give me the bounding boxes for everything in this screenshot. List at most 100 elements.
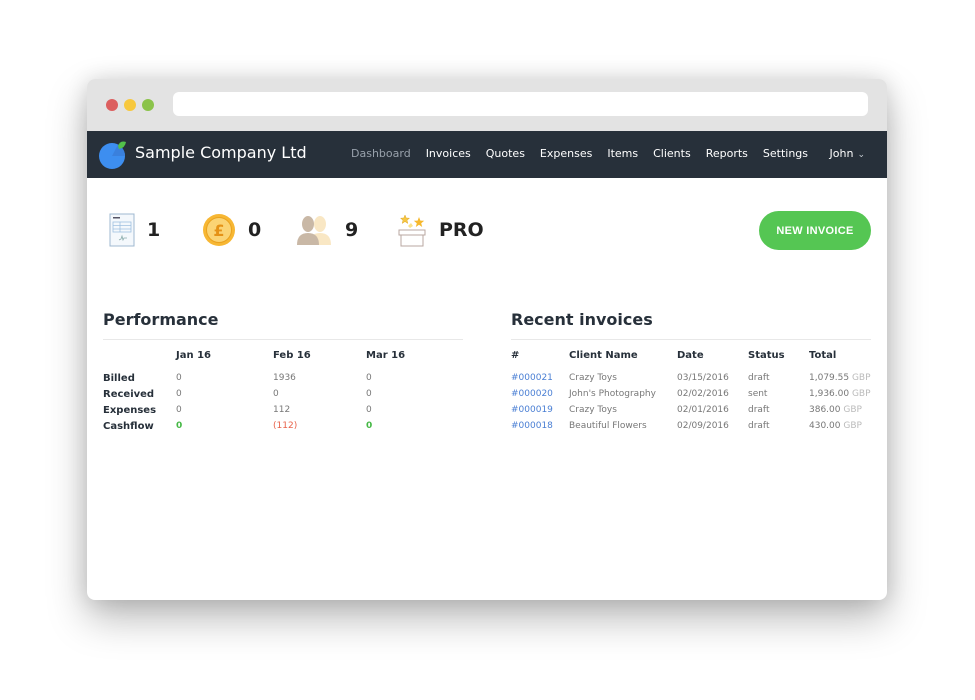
currency: GBP (843, 421, 862, 431)
browser-window: Sample Company Ltd Dashboard Invoices Qu… (87, 79, 887, 600)
nav-dashboard[interactable]: Dashboard (351, 147, 411, 160)
cell: 0 (366, 389, 372, 399)
client-name: Beautiful Flowers (569, 421, 647, 431)
svg-text:£: £ (213, 221, 224, 240)
cell: 0 (366, 405, 372, 415)
table-row: Cashflow 0 (112) 0 (103, 418, 463, 434)
cell-positive: 0 (176, 421, 183, 431)
nav-reports[interactable]: Reports (706, 147, 748, 160)
performance-title: Performance (103, 310, 219, 329)
performance-header-jan: Jan 16 (176, 350, 211, 361)
performance-divider (103, 339, 463, 340)
user-menu[interactable]: John ⌄ (830, 147, 865, 160)
invoice-date: 02/01/2016 (677, 405, 729, 415)
amount: 386.00 (809, 405, 841, 415)
address-bar[interactable] (173, 92, 868, 116)
client-name: Crazy Toys (569, 373, 617, 383)
invoice-link[interactable]: #000019 (511, 402, 569, 418)
invoice-link[interactable]: #000020 (511, 386, 569, 402)
table-row[interactable]: #000019 Crazy Toys 02/01/2016 draft 386.… (511, 402, 871, 418)
header-client: Client Name (569, 350, 638, 361)
cell: 0 (176, 389, 182, 399)
nav-items[interactable]: Items (607, 147, 638, 160)
recent-invoices-table: # Client Name Date Status Total #000021 … (511, 350, 871, 434)
invoice-total: 386.00 GBP (809, 402, 871, 418)
header-number: # (511, 350, 520, 361)
row-label-expenses: Expenses (103, 404, 157, 416)
stat-invoices-value: 1 (147, 219, 161, 241)
minimize-window-button[interactable] (124, 99, 136, 111)
table-row[interactable]: #000021 Crazy Toys 03/15/2016 draft 1,07… (511, 370, 871, 386)
table-row[interactable]: #000020 John's Photography 02/02/2016 se… (511, 386, 871, 402)
nav-clients[interactable]: Clients (653, 147, 691, 160)
client-name: John's Photography (569, 389, 656, 399)
user-name: John (829, 147, 854, 160)
recent-invoices-divider (511, 339, 871, 340)
invoice-total: 430.00 GBP (809, 418, 871, 434)
row-label-received: Received (103, 388, 155, 400)
table-row: Received 0 0 0 (103, 386, 463, 402)
cell: 1936 (273, 373, 296, 383)
row-label-cashflow: Cashflow (103, 420, 154, 432)
users-icon (297, 216, 331, 245)
cell: 0 (176, 405, 182, 415)
client-name: Crazy Toys (569, 405, 617, 415)
new-invoice-button[interactable]: NEW INVOICE (759, 211, 871, 250)
stat-revenue-value: 0 (248, 219, 262, 241)
nav-quotes[interactable]: Quotes (486, 147, 525, 160)
header-status: Status (748, 350, 785, 361)
performance-header-row: Jan 16 Feb 16 Mar 16 (103, 350, 463, 370)
invoices-header-row: # Client Name Date Status Total (511, 350, 871, 370)
currency: GBP (851, 389, 871, 399)
table-row: Expenses 0 112 0 (103, 402, 463, 418)
invoice-status: draft (748, 373, 770, 383)
stat-plan-value: PRO (439, 219, 484, 241)
invoice-link[interactable]: #000021 (511, 370, 569, 386)
company-name[interactable]: Sample Company Ltd (135, 143, 307, 162)
invoice-total: 1,079.55 GBP (809, 370, 871, 386)
company-logo-icon[interactable] (98, 140, 128, 170)
invoice-status: draft (748, 421, 770, 431)
cell: 0 (176, 373, 182, 383)
invoice-status: draft (748, 405, 770, 415)
gift-box-stars-icon (398, 214, 426, 247)
header-date: Date (677, 350, 704, 361)
performance-header-feb: Feb 16 (273, 350, 311, 361)
amount: 430.00 (809, 421, 841, 431)
invoice-link[interactable]: #000018 (511, 418, 569, 434)
cell: 112 (273, 405, 291, 415)
cell-positive: 0 (366, 421, 373, 431)
invoice-date: 02/09/2016 (677, 421, 729, 431)
performance-header-mar: Mar 16 (366, 350, 406, 361)
cell: 0 (366, 373, 372, 383)
stat-plan[interactable]: PRO (397, 212, 484, 248)
top-navbar: Sample Company Ltd Dashboard Invoices Qu… (87, 131, 887, 178)
recent-invoices-title: Recent invoices (511, 310, 653, 329)
table-row: Billed 0 1936 0 (103, 370, 463, 386)
invoice-total: 1,936.00 GBP (809, 386, 871, 402)
close-window-button[interactable] (106, 99, 118, 111)
performance-header-blank (103, 350, 176, 370)
stat-clients-value: 9 (345, 219, 359, 241)
maximize-window-button[interactable] (142, 99, 154, 111)
performance-table: Jan 16 Feb 16 Mar 16 Billed 0 1936 0 Rec… (103, 350, 463, 434)
cell: 0 (273, 389, 279, 399)
stat-invoices[interactable]: 1 (109, 212, 160, 248)
currency: GBP (843, 405, 862, 415)
table-row[interactable]: #000018 Beautiful Flowers 02/09/2016 dra… (511, 418, 871, 434)
amount: 1,936.00 (809, 389, 850, 399)
invoice-date: 03/15/2016 (677, 373, 729, 383)
nav-expenses[interactable]: Expenses (540, 147, 592, 160)
header-total: Total (809, 350, 837, 361)
nav-settings[interactable]: Settings (763, 147, 808, 160)
invoice-date: 02/02/2016 (677, 389, 729, 399)
stat-clients[interactable]: 9 (295, 212, 358, 248)
nav-invoices[interactable]: Invoices (426, 147, 471, 160)
browser-chrome (87, 79, 887, 131)
cell-negative: (112) (273, 421, 298, 431)
amount: 1,079.55 (809, 373, 850, 383)
currency: GBP (851, 373, 871, 383)
stat-revenue[interactable]: £ 0 (202, 212, 261, 248)
row-label-billed: Billed (103, 372, 135, 384)
invoice-status: sent (748, 389, 768, 399)
